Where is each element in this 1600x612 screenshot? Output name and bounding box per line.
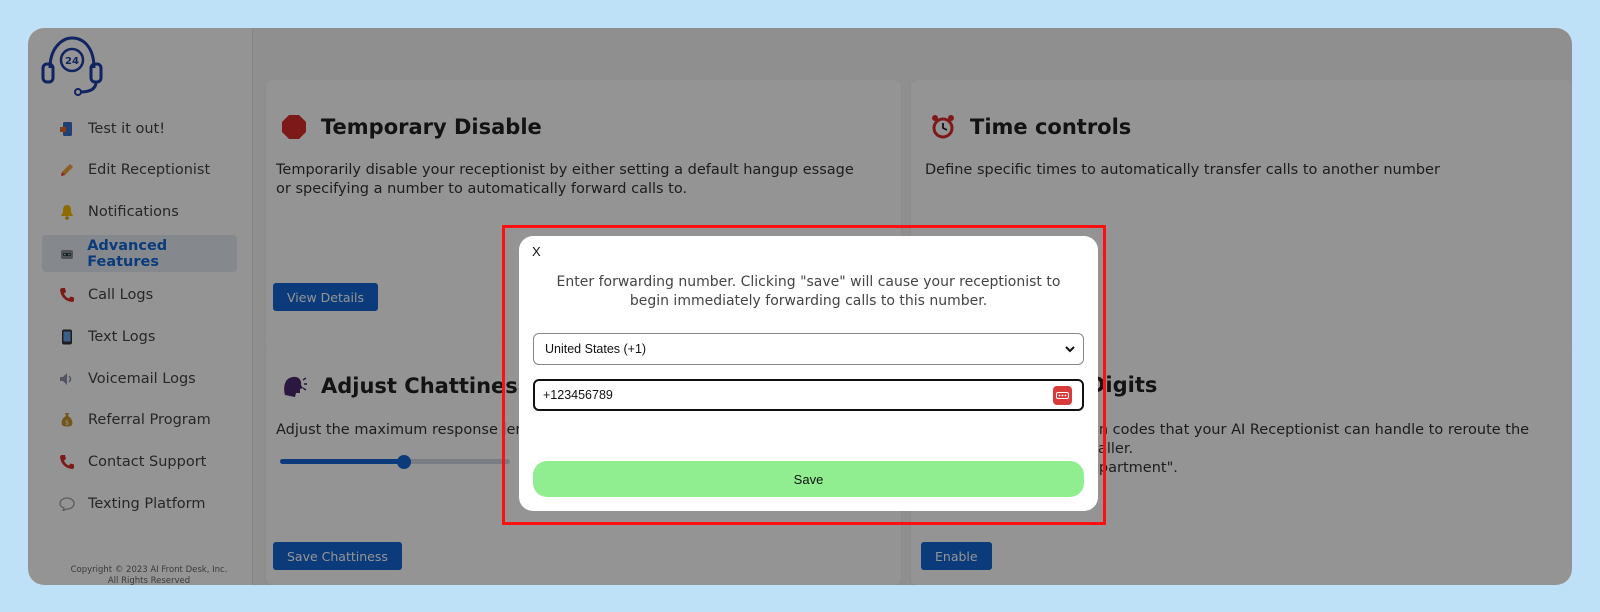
modal-message: Enter forwarding number. Clicking "save"… [556,274,1061,309]
password-manager-icon[interactable] [1053,386,1072,405]
country-select-value: United States (+1) [545,342,647,356]
phone-number-value: +123456789 [543,388,613,402]
phone-number-input[interactable]: +123456789 [533,379,1084,411]
country-select[interactable]: United States (+1) [533,333,1084,365]
chevron-down-icon [1064,343,1076,355]
save-button[interactable]: Save [533,461,1084,497]
close-button[interactable]: X [532,244,541,259]
forwarding-modal: X Enter forwarding number. Clicking "sav… [519,236,1098,511]
